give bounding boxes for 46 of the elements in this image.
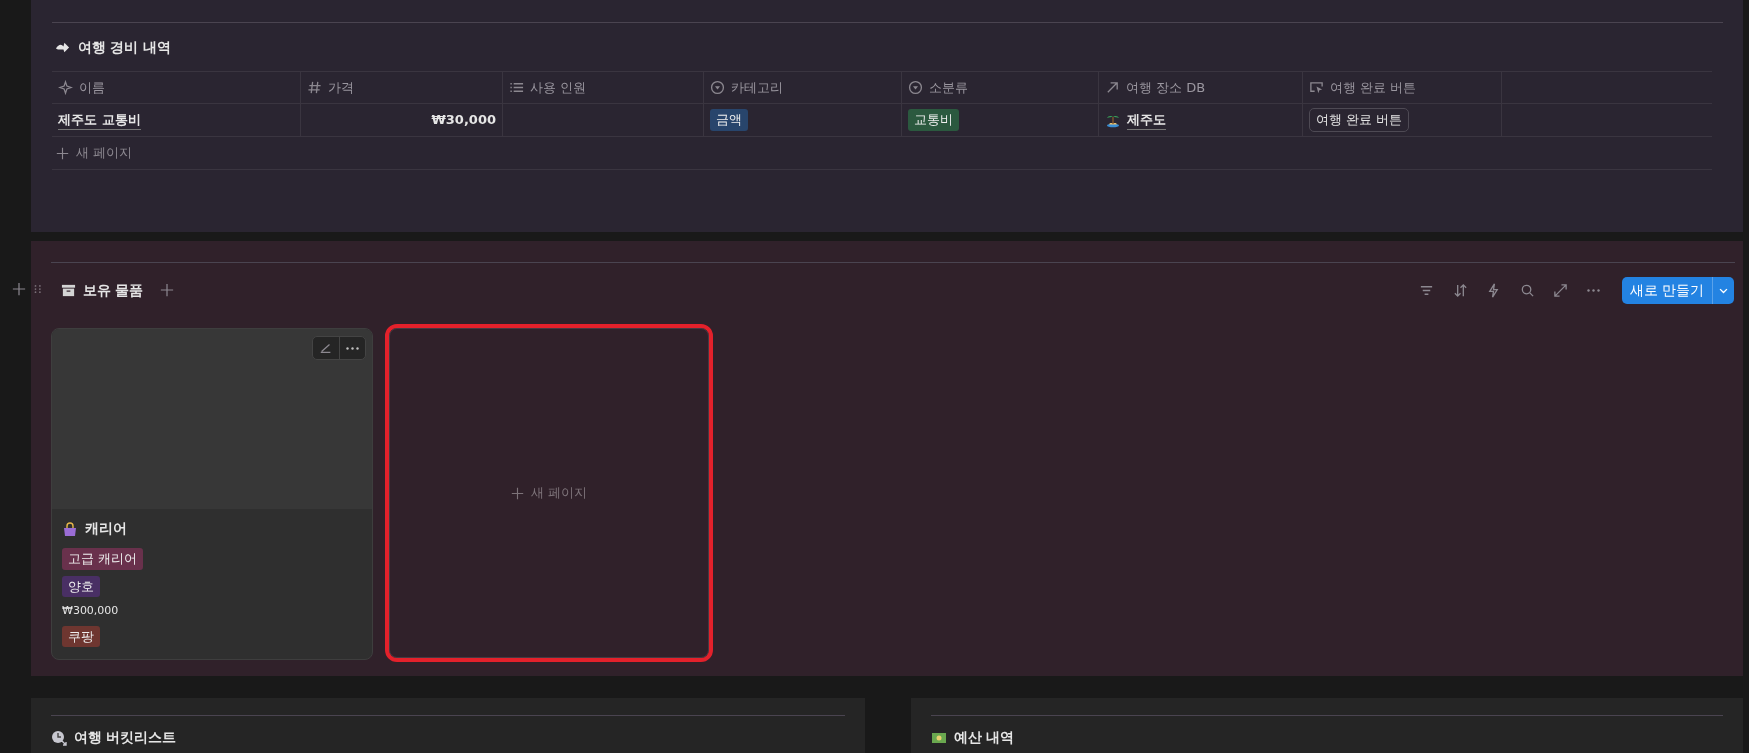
sort-icon [1452,282,1468,298]
archive-box-icon [61,282,76,298]
drag-handle-icon[interactable] [32,282,43,296]
list-icon [509,80,524,95]
new-button[interactable]: 새로 만들기 [1621,276,1712,304]
database-title[interactable]: 보유 물품 [82,279,144,301]
more-icon [346,346,359,350]
relation-link[interactable]: 제주도 [1127,109,1166,131]
expand-icon [1553,282,1569,298]
arrow-icon [1105,80,1120,95]
section-title: 여행 버킷리스트 [73,728,177,747]
hash-icon [307,80,322,95]
price-text: ₩300,000 [62,603,119,619]
tag: 고급 캐리어 [62,548,144,570]
row-title[interactable]: 제주도 교통비 [58,109,141,131]
table-cell: ₩30,000 [301,104,503,136]
new-row-button[interactable]: 새 페이지 [52,143,132,163]
section-title: 예산 내역 [953,728,1015,747]
column-header[interactable]: 이름 [52,72,301,103]
column-header[interactable]: 여행 완료 버튼 [1303,72,1502,103]
more-icon [1586,288,1600,292]
column-header[interactable]: 소분류 [902,72,1099,103]
table-title: 여행 경비 내역 [77,37,172,57]
plus-icon[interactable] [12,282,26,296]
plus-icon [511,486,525,500]
clock-icon [51,729,67,746]
plus-icon[interactable] [159,283,174,297]
column-header[interactable]: 카테고리 [704,72,902,103]
dropdown-button[interactable] [1712,276,1734,304]
column-header[interactable]: 사용 인원 [503,72,704,103]
category-tag: 교통비 [908,109,959,131]
tag: 쿠팡 [62,625,100,647]
tag: 양호 [62,575,100,597]
plus-icon [56,146,69,160]
cursor-icon [1309,80,1324,95]
card-title: 캐리어 [84,519,127,538]
row-button[interactable]: 여행 완료 버튼 [1309,108,1410,132]
search-icon [1519,282,1535,298]
handbag-icon [62,520,78,537]
dropdown-icon [908,80,923,95]
column-header[interactable]: 여행 장소 DB [1099,72,1303,103]
gallery-card[interactable]: 캐리어 고급 캐리어 양호 ₩300,000 쿠팡 [51,328,373,660]
column-header[interactable]: 가격 [301,72,503,103]
category-tag: 금액 [710,109,748,131]
sparkle-icon [58,80,73,95]
dropdown-icon [710,80,725,95]
